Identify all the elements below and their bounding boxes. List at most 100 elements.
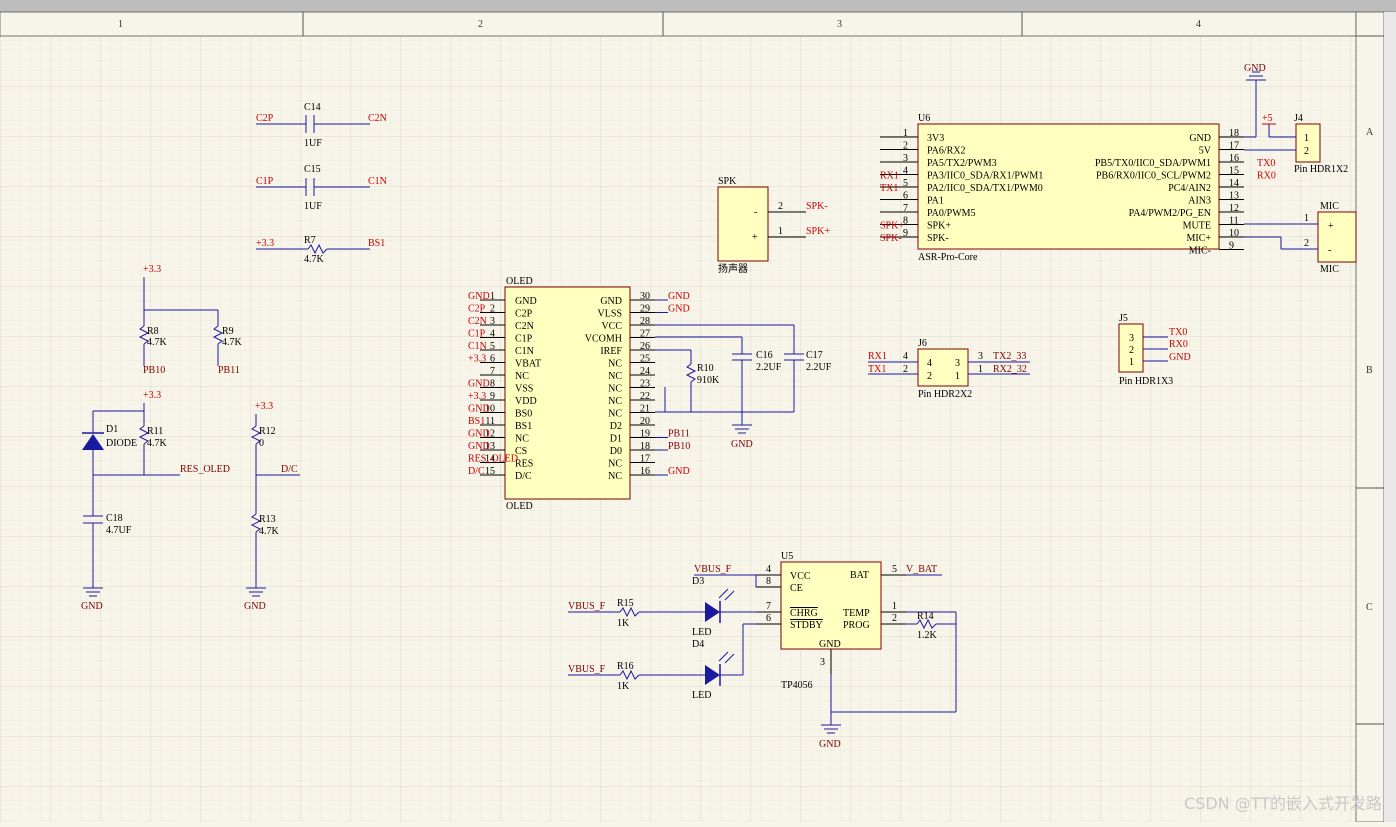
u5-pin-bat: BAT bbox=[850, 570, 869, 581]
u6-ref: U6 bbox=[918, 113, 930, 124]
zone-col-2: 2 bbox=[478, 19, 483, 30]
oled-pin-net: D/C bbox=[468, 466, 485, 477]
zone-col-3: 3 bbox=[837, 19, 842, 30]
oled-pin-net: +3.3 bbox=[468, 391, 486, 402]
u6-pin-label: PC4/AIN2 bbox=[1168, 183, 1211, 194]
oled-pin-label: NC bbox=[608, 359, 622, 370]
u6-pin-net: TX1 bbox=[880, 183, 898, 194]
res-net: RES_OLED bbox=[180, 464, 230, 475]
r16-value: 1K bbox=[617, 681, 630, 692]
u5-n-6: 6 bbox=[766, 613, 771, 624]
zone-col-4: 4 bbox=[1196, 19, 1201, 30]
u5-n-4: 4 bbox=[766, 564, 771, 575]
j4-pin-1: 1 bbox=[1304, 133, 1309, 144]
schematic-sheet[interactable]: 1 2 3 4 A B C C14 1UF C2P C2N C15 1UF C1… bbox=[0, 0, 1396, 823]
spk-pin-minus: - bbox=[754, 207, 757, 218]
oled-pin-number: 4 bbox=[490, 329, 495, 340]
oled-pin-label: NC bbox=[608, 459, 622, 470]
oled-pin-number: 15 bbox=[485, 466, 495, 477]
u6-pin-number: 7 bbox=[903, 203, 908, 214]
u6-pin-net: RX0 bbox=[1257, 171, 1276, 182]
u5-pin-chrg: CHRG bbox=[790, 608, 818, 619]
watermark: CSDN @TT的嵌入式开发路 bbox=[1184, 794, 1382, 813]
oled-name: OLED bbox=[506, 501, 533, 512]
r13-value: 4.7K bbox=[259, 526, 280, 537]
oled-pin-net: RES_OLED bbox=[468, 454, 518, 465]
supply-label: +3.3 bbox=[143, 390, 161, 401]
mic-pin-minus: - bbox=[1328, 245, 1331, 256]
oled-pin-net: PB11 bbox=[668, 429, 690, 440]
oled-pin-net: GND bbox=[668, 466, 690, 477]
u6-pin-label: PB5/TX0/IIC0_SDA/PWM1 bbox=[1095, 158, 1211, 169]
r9-ref: R9 bbox=[222, 326, 234, 337]
oled-pin-number: 28 bbox=[640, 316, 650, 327]
oled-pin-label: C2N bbox=[515, 321, 534, 332]
oled-pin-number: 21 bbox=[640, 404, 650, 415]
spk-n-minus: 2 bbox=[778, 201, 783, 212]
oled-pin-number: 29 bbox=[640, 304, 650, 315]
u6-pin-label: MIC- bbox=[1189, 246, 1211, 257]
u6-pin-label: PB6/RX0/IIC0_SCL/PWM2 bbox=[1096, 171, 1211, 182]
oled-pin-label: C1P bbox=[515, 334, 533, 345]
u5-name: TP4056 bbox=[781, 680, 813, 691]
r8-value: 4.7K bbox=[147, 337, 168, 348]
c18-value: 4.7UF bbox=[106, 525, 132, 536]
u5-vbus-net: VBUS_F bbox=[694, 564, 732, 575]
oled-pin-label: D1 bbox=[610, 434, 622, 445]
zone-col-1: 1 bbox=[118, 19, 123, 30]
oled-pin-net: GND bbox=[468, 404, 490, 415]
u6-pin-label: PA2/IIC0_SDA/TX1/PWM0 bbox=[927, 183, 1043, 194]
oled-pin-label: NC bbox=[608, 371, 622, 382]
c14-ref: C14 bbox=[304, 102, 321, 113]
oled-pin-net: C2P bbox=[468, 304, 486, 315]
r7-net-left: +3.3 bbox=[256, 238, 274, 249]
oled-pin-number: 11 bbox=[485, 416, 495, 427]
j6-inner-3: 1 bbox=[955, 371, 960, 382]
d3-value: LED bbox=[692, 627, 711, 638]
spk-net-plus: SPK+ bbox=[806, 226, 830, 237]
u6-pin-net: RX1 bbox=[880, 171, 899, 182]
r8-net: PB10 bbox=[143, 365, 165, 376]
u5-pin-gnd: GND bbox=[819, 639, 841, 650]
u6-pin-label: PA5/TX2/PWM3 bbox=[927, 158, 997, 169]
r12-ref: R12 bbox=[259, 426, 276, 437]
u6-pin-number: 16 bbox=[1229, 153, 1239, 164]
j5-pin-2: 2 bbox=[1129, 345, 1134, 356]
gnd-label: GND bbox=[731, 439, 753, 450]
spk-ref: SPK bbox=[718, 176, 737, 187]
spk-comment: 扬声器 bbox=[718, 262, 748, 275]
oled-pin-label: IREF bbox=[600, 346, 622, 357]
c15-net-left: C1P bbox=[256, 176, 274, 187]
oled-pin-number: 7 bbox=[490, 366, 495, 377]
spk-net-minus: SPK- bbox=[806, 201, 828, 212]
j5-ref: J5 bbox=[1119, 313, 1128, 324]
d3-ref: D3 bbox=[692, 576, 704, 587]
oled-pin-net: PB10 bbox=[668, 441, 690, 452]
oled-pin-number: 22 bbox=[640, 391, 650, 402]
j6-left-n-0: 4 bbox=[903, 351, 908, 362]
supply-label: +3.3 bbox=[255, 401, 273, 412]
oled-pin-number: 27 bbox=[640, 329, 650, 340]
oled-pin-label: C2P bbox=[515, 309, 533, 320]
u5-n-3: 3 bbox=[820, 657, 825, 668]
j4-supply: +5 bbox=[1262, 113, 1273, 124]
oled-pin-net: GND bbox=[468, 291, 490, 302]
u6-pin-label: 5V bbox=[1199, 146, 1212, 157]
u6-pin-net: SPK- bbox=[880, 233, 902, 244]
d1-value: DIODE bbox=[106, 438, 137, 449]
d4-ref: D4 bbox=[692, 639, 704, 650]
oled-pin-label: NC bbox=[608, 384, 622, 395]
j5-net-rx0: RX0 bbox=[1169, 339, 1188, 350]
oled-pin-number: 26 bbox=[640, 341, 650, 352]
r10-value: 910K bbox=[697, 375, 720, 386]
oled-pin-label: C1N bbox=[515, 346, 534, 357]
oled-pin-net: BS1 bbox=[468, 416, 485, 427]
oled-pin-label: VLSS bbox=[598, 309, 622, 320]
u6-pin-number: 15 bbox=[1229, 166, 1239, 177]
u5-n-1: 1 bbox=[892, 601, 897, 612]
oled-pin-label: BS1 bbox=[515, 421, 532, 432]
r16-net: VBUS_F bbox=[568, 664, 606, 675]
oled-pin-net: GND bbox=[668, 304, 690, 315]
j4-ref: J4 bbox=[1294, 113, 1303, 124]
u6-pin-label: SPK- bbox=[927, 233, 949, 244]
